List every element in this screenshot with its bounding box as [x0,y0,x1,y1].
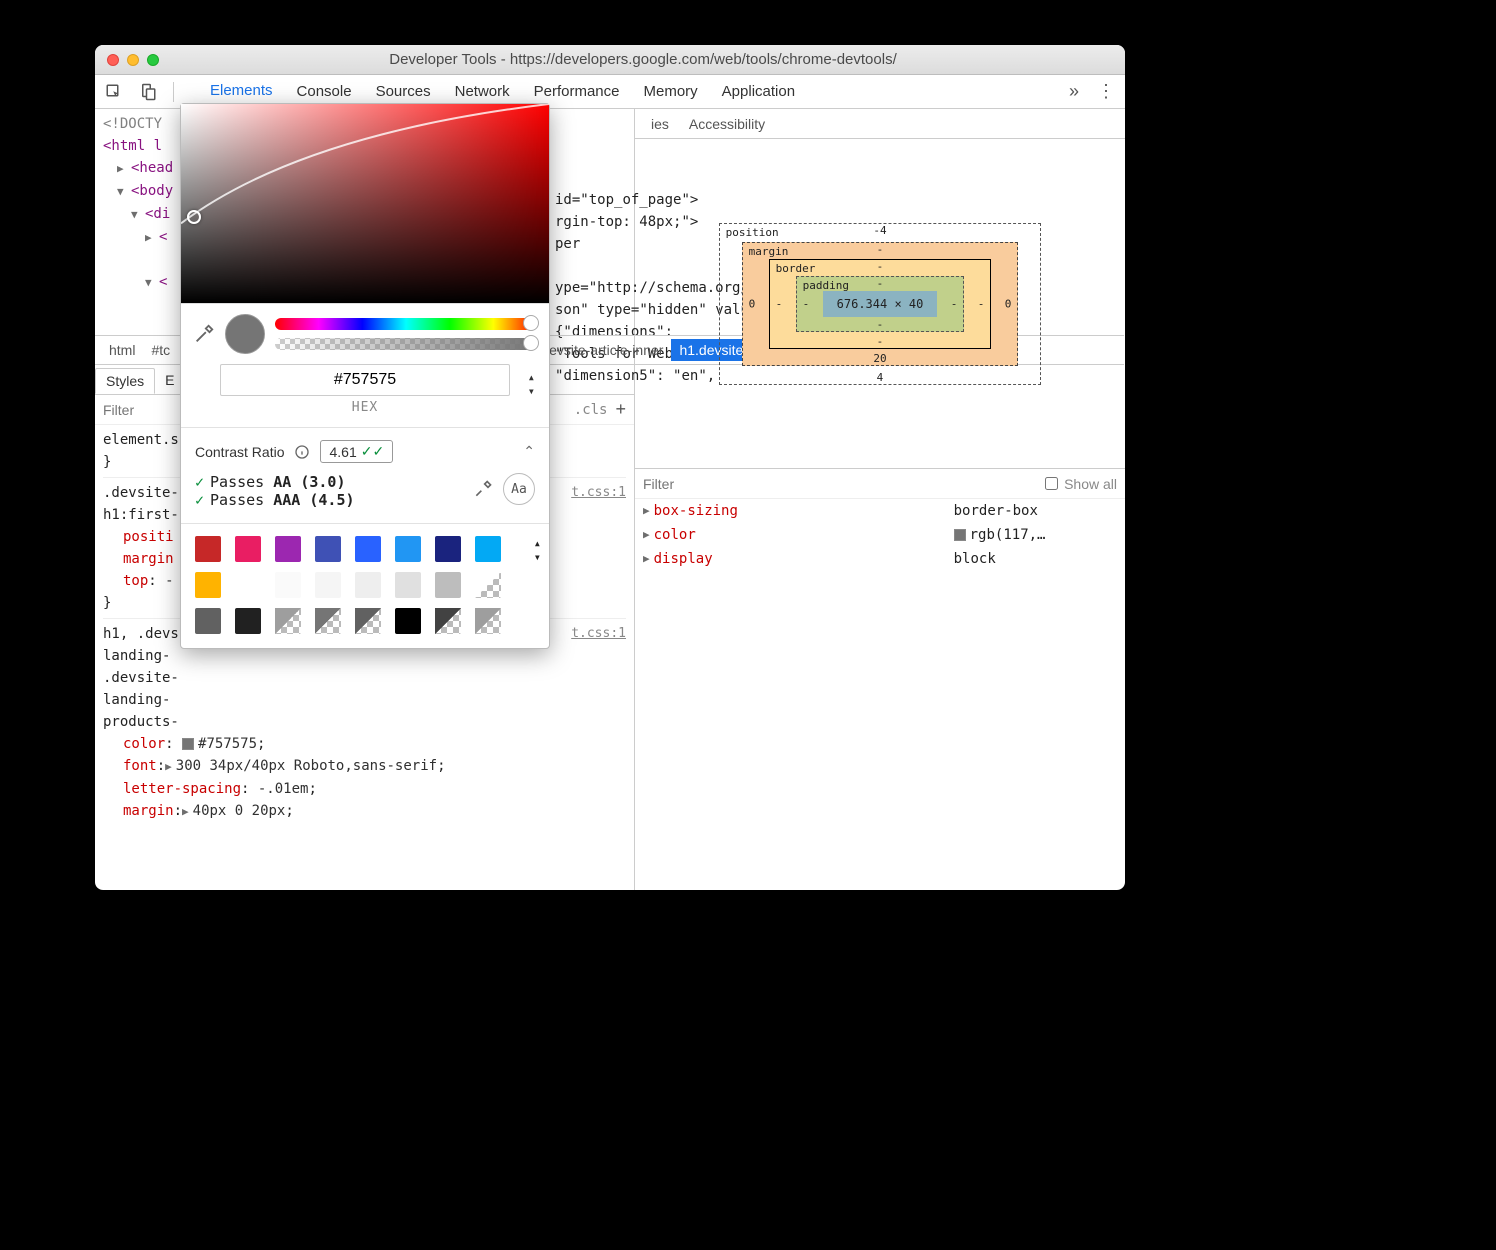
format-toggle-icon[interactable]: ▴▾ [528,370,535,398]
computed-filter-input[interactable] [643,476,1045,492]
close-button[interactable] [107,54,119,66]
device-toggle-icon[interactable] [139,83,157,101]
source-link[interactable]: t.css:1 [571,482,626,504]
minimize-button[interactable] [127,54,139,66]
selector[interactable]: .devsite- [103,485,179,501]
palette-swatch[interactable] [235,608,261,634]
devtools-window: Developer Tools - https://developers.goo… [95,45,1125,890]
tabs-overflow-icon[interactable]: » [1069,81,1079,102]
bg-eyedropper-icon[interactable] [473,479,493,499]
text-preview-icon[interactable]: Aa [503,473,535,505]
cls-toggle[interactable]: .cls [574,402,608,418]
tab-application[interactable]: Application [710,75,807,108]
div-node[interactable]: <di [145,206,170,222]
alpha-slider[interactable] [275,338,537,350]
palette-swatch[interactable] [475,572,501,598]
breadcrumb-item[interactable]: #tc [143,339,178,361]
html-node[interactable]: <html l [103,138,162,154]
current-color-preview [225,314,265,354]
kebab-menu-icon[interactable]: ⋮ [1097,81,1115,102]
css-property[interactable]: color [123,736,165,752]
subtab-styles[interactable]: Styles [95,368,155,394]
palette-swatch[interactable] [315,536,341,562]
hue-knob[interactable] [523,315,539,331]
alpha-knob[interactable] [523,335,539,351]
computed-list[interactable]: ▶box-sizingborder-box ▶colorrgb(117,… ▶d… [635,499,1125,890]
window-title: Developer Tools - https://developers.goo… [173,51,1113,68]
css-property[interactable]: margin [123,803,174,819]
color-swatch-icon[interactable] [182,738,194,750]
info-icon[interactable] [294,444,310,460]
color-picker: ▴▾ HEX Contrast Ratio 4.61 ✓✓ ⌃ ✓Passes … [180,103,550,649]
elements-panel: <!DOCTY <html l ▶<head ▼<body ▼<di ▶< ▼<… [95,109,635,890]
zoom-button[interactable] [147,54,159,66]
show-all-checkbox[interactable] [1045,477,1058,490]
tab-memory[interactable]: Memory [632,75,710,108]
palette-swatch[interactable] [275,572,301,598]
inspect-icon[interactable] [105,83,123,101]
palette-swatch[interactable] [315,608,341,634]
source-link[interactable]: t.css:1 [571,623,626,645]
palette-swatch[interactable] [195,572,221,598]
selector[interactable]: element.s [103,432,179,448]
palette-toggle-icon[interactable]: ▴▾ [534,536,541,564]
computed-property[interactable]: color [654,523,954,547]
palette-swatch[interactable] [235,572,261,598]
contrast-value: 4.61 ✓✓ [320,440,393,463]
spectrum-area[interactable] [181,104,549,304]
palette-swatch[interactable] [275,536,301,562]
show-all-label: Show all [1064,476,1117,492]
palette-swatch[interactable] [275,608,301,634]
body-node[interactable]: <body [131,183,173,199]
breadcrumb-item[interactable]: html [101,339,143,361]
computed-property[interactable]: display [654,547,954,571]
contrast-expand-icon[interactable]: ⌃ [523,443,535,460]
css-property[interactable]: margin [123,551,174,567]
head-node[interactable]: <head [131,160,173,176]
css-property[interactable]: letter-spacing [123,781,241,797]
hue-slider[interactable] [275,318,537,330]
palette-swatch[interactable] [355,608,381,634]
palette-swatch[interactable] [475,608,501,634]
eyedropper-icon[interactable] [193,323,215,345]
palette-swatch[interactable] [315,572,341,598]
palette-swatch[interactable] [235,536,261,562]
palette-swatch[interactable] [435,572,461,598]
palette-swatch[interactable] [395,536,421,562]
color-swatch-icon[interactable] [954,529,966,541]
selector[interactable]: h1:first- [103,507,179,523]
palette-swatch[interactable] [395,608,421,634]
palette-swatch[interactable] [355,536,381,562]
palette-swatch[interactable] [435,536,461,562]
box-model-content: 676.344 × 40 [823,291,938,317]
swatch-palette: ▴▾ [181,528,549,648]
subtab-accessibility[interactable]: Accessibility [679,112,775,136]
subtab-properties-truncated[interactable]: ies [641,112,679,136]
contrast-ratio-label: Contrast Ratio [195,444,284,460]
computed-property[interactable]: box-sizing [654,499,954,523]
css-property[interactable]: positi [123,529,174,545]
hex-label: HEX [352,400,378,415]
selector[interactable]: h1, .devs [103,626,179,642]
titlebar: Developer Tools - https://developers.goo… [95,45,1125,75]
palette-swatch[interactable] [355,572,381,598]
palette-swatch[interactable] [395,572,421,598]
contrast-passes: ✓Passes AA (3.0) ✓Passes AAA (4.5) [195,473,463,509]
hex-input[interactable] [220,364,510,396]
palette-swatch[interactable] [475,536,501,562]
css-property[interactable]: font [123,758,157,774]
palette-swatch[interactable] [435,608,461,634]
css-property[interactable]: top [123,573,148,589]
spectrum-handle[interactable] [187,210,201,224]
traffic-lights [107,54,159,66]
palette-swatch[interactable] [195,536,221,562]
new-style-rule-icon[interactable]: + [615,399,626,420]
palette-swatch[interactable] [195,608,221,634]
